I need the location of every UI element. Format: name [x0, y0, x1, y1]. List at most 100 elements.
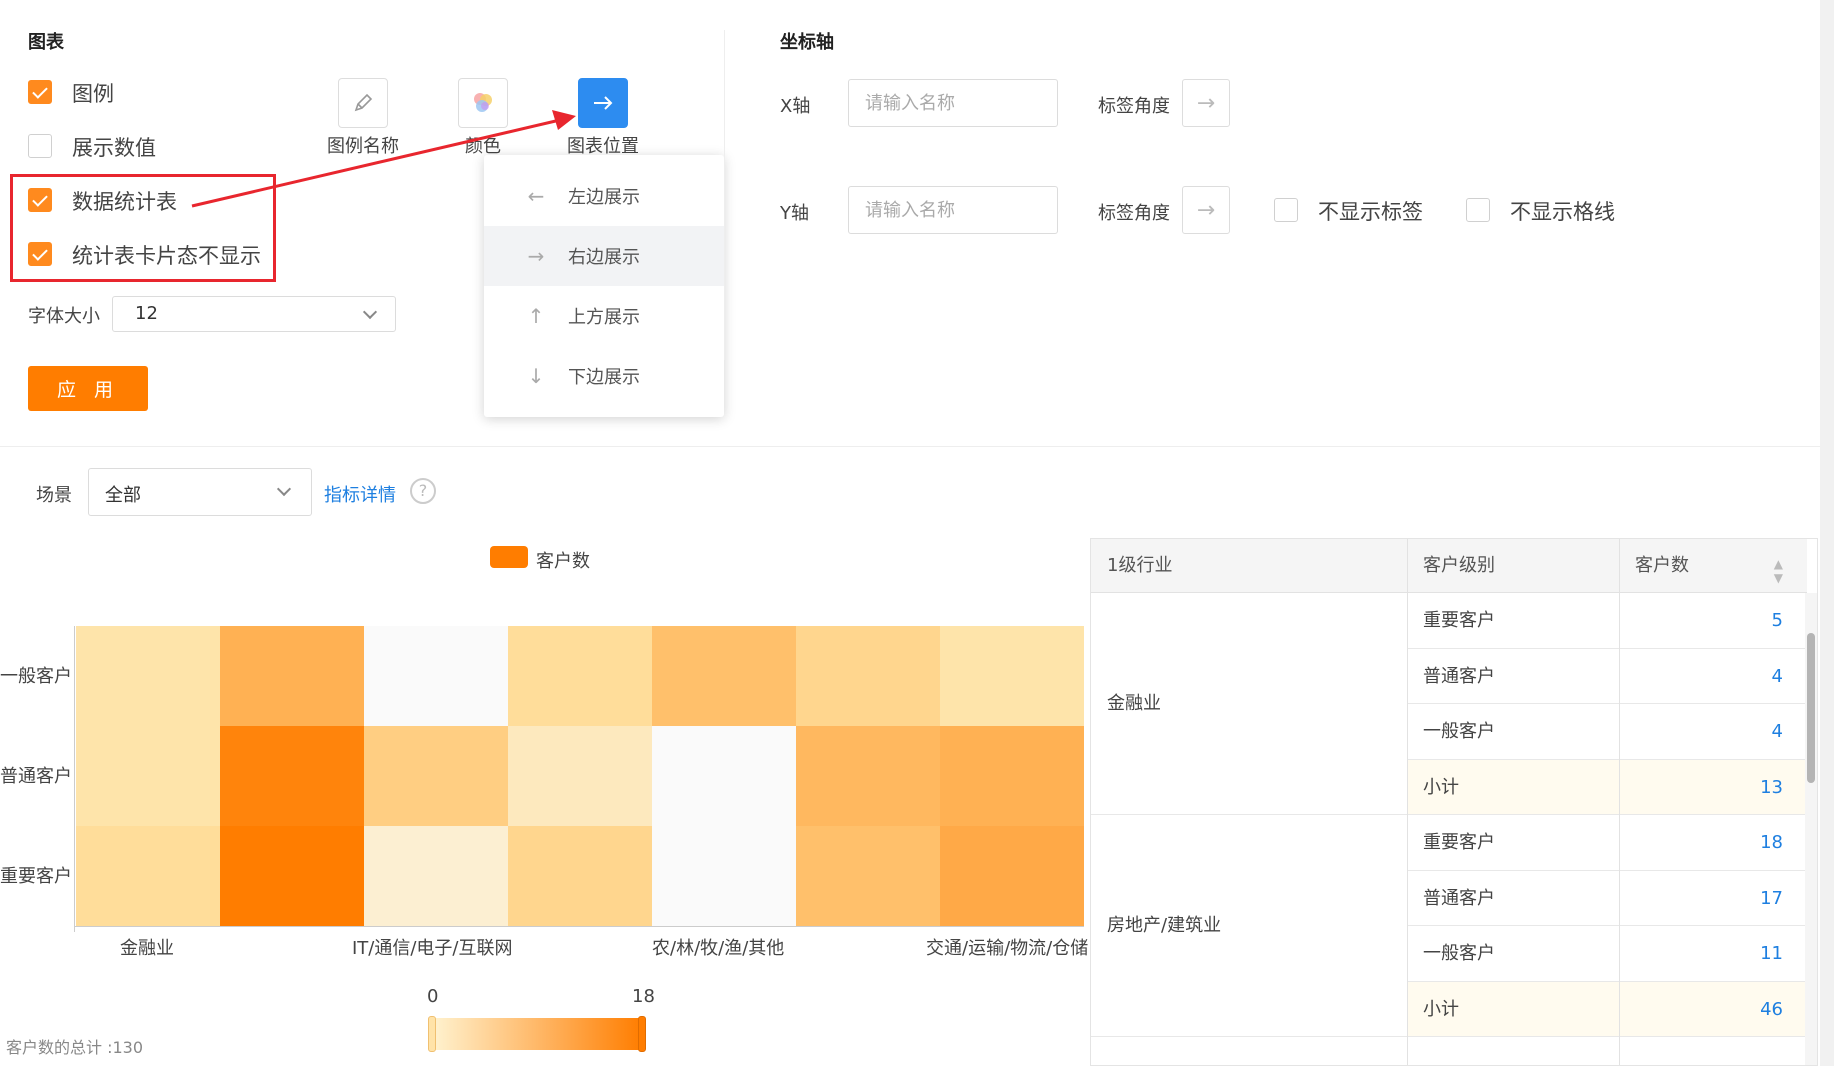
level-cell: 重要客户: [1407, 593, 1619, 649]
scene-label: 场景: [36, 485, 72, 506]
heatmap-cell[interactable]: [220, 726, 364, 826]
arrow-down-icon: ↓: [527, 364, 545, 388]
apply-button[interactable]: 应 用: [28, 366, 148, 411]
menu-item-bottom-label: 下边展示: [568, 367, 640, 388]
heatmap-cell[interactable]: [364, 726, 508, 826]
level-cell: 重要客户: [1407, 815, 1619, 871]
y-tick-label: 普通客户: [0, 766, 72, 787]
x-tick-label: 农/林/牧/渔/其他: [652, 938, 785, 959]
y-axis-name-input[interactable]: [848, 186, 1058, 234]
x-axis-angle-label: 标签角度: [1098, 96, 1170, 117]
level-cell: 普通客户: [1407, 871, 1619, 926]
heatmap-cell[interactable]: [652, 626, 796, 726]
level-cell: 普通客户: [1407, 649, 1619, 704]
count-cell[interactable]: 11: [1619, 926, 1807, 982]
heatmap-cell[interactable]: [364, 626, 508, 726]
y-tick-label: 重要客户: [0, 866, 72, 887]
heatmap-cell[interactable]: [796, 726, 940, 826]
table-row-partial: [1407, 1037, 1807, 1065]
arrow-right-icon: →: [1196, 197, 1216, 223]
heatmap-cell[interactable]: [940, 626, 1084, 726]
visual-map-min-label: 0: [427, 986, 439, 1007]
visual-map-bar[interactable]: [432, 1018, 642, 1050]
heatmap-cell[interactable]: [652, 826, 796, 926]
menu-item-right[interactable]: → 右边展示: [484, 226, 724, 286]
scene-select[interactable]: 全部: [88, 468, 312, 516]
section-separator: [0, 446, 1820, 447]
table-scroll-thumb[interactable]: [1807, 633, 1815, 783]
column-divider: [1619, 539, 1620, 1065]
industry-cell: 金融业: [1091, 593, 1407, 815]
count-cell[interactable]: 5: [1619, 593, 1807, 649]
heatmap-cell[interactable]: [508, 726, 652, 826]
y-axis-line: [74, 626, 75, 932]
page-scrollbar[interactable]: [1820, 0, 1834, 1066]
industry-cell: 房地产/建筑业: [1091, 815, 1407, 1037]
visual-map-max-handle[interactable]: [638, 1016, 646, 1052]
y-tick-label: 一般客户: [0, 666, 72, 687]
chevron-down-icon: [276, 481, 292, 497]
heatmap-cell[interactable]: [652, 726, 796, 826]
heatmap-cell[interactable]: [508, 826, 652, 926]
count-cell[interactable]: 17: [1619, 871, 1807, 926]
heatmap-cell[interactable]: [940, 726, 1084, 826]
heatmap-cell[interactable]: [76, 626, 220, 726]
heatmap-cell[interactable]: [796, 826, 940, 926]
font-size-label: 字体大小: [28, 306, 100, 327]
hide-gridlines-label: 不显示格线: [1510, 200, 1615, 224]
x-axis-name-input[interactable]: [848, 79, 1058, 127]
count-cell[interactable]: 4: [1619, 649, 1807, 704]
column-header-industry: 1级行业: [1091, 539, 1407, 593]
heatmap-cell[interactable]: [220, 826, 364, 926]
visual-map-max-label: 18: [632, 986, 655, 1007]
menu-item-left-label: 左边展示: [568, 187, 640, 208]
count-cell[interactable]: 4: [1619, 704, 1807, 760]
x-tick-label: 交通/运输/物流/仓储: [926, 938, 1089, 959]
menu-item-top[interactable]: ↑ 上方展示: [484, 286, 724, 346]
x-axis-line: [74, 926, 1084, 927]
heatmap-cell[interactable]: [220, 626, 364, 726]
menu-item-left[interactable]: ← 左边展示: [484, 166, 724, 226]
menu-item-right-label: 右边展示: [568, 247, 640, 268]
heatmap-cell[interactable]: [796, 626, 940, 726]
subtotal-count[interactable]: 13: [1619, 759, 1807, 815]
level-cell: 一般客户: [1407, 926, 1619, 982]
help-icon[interactable]: ?: [410, 478, 436, 504]
total-text: 客户数的总计 :130: [6, 1038, 144, 1057]
x-tick-label: 金融业: [120, 938, 174, 959]
menu-item-bottom[interactable]: ↓ 下边展示: [484, 346, 724, 406]
level-cell: 一般客户: [1407, 704, 1619, 760]
x-tick-label: IT/通信/电子/互联网: [352, 938, 513, 959]
indicator-detail-link[interactable]: 指标详情: [324, 481, 396, 507]
heatmap-cell[interactable]: [508, 626, 652, 726]
font-size-value: 12: [135, 303, 158, 324]
hide-labels-label: 不显示标签: [1318, 200, 1423, 224]
column-header-count[interactable]: 客户数 ▲ ▼: [1619, 539, 1807, 593]
subtotal-label: 小计: [1407, 759, 1619, 815]
heatmap-cell[interactable]: [76, 826, 220, 926]
axis-section-title: 坐标轴: [780, 32, 834, 53]
heatmap-cell[interactable]: [364, 826, 508, 926]
hide-labels-checkbox[interactable]: [1274, 198, 1298, 222]
y-axis-angle-button[interactable]: →: [1182, 186, 1230, 234]
sort-icon[interactable]: ▲ ▼: [1774, 557, 1783, 585]
scene-value: 全部: [105, 485, 141, 506]
x-tick-label-clip: 交通/运输/物流/仓储: [926, 934, 1090, 960]
font-size-select[interactable]: 12: [112, 296, 396, 332]
hide-gridlines-checkbox[interactable]: [1466, 198, 1490, 222]
subtotal-count[interactable]: 46: [1619, 981, 1807, 1037]
heatmap-cell[interactable]: [940, 826, 1084, 926]
x-axis-angle-button[interactable]: →: [1182, 79, 1230, 127]
legend-label[interactable]: 客户数: [536, 547, 590, 573]
table-scrollbar[interactable]: [1805, 593, 1817, 1065]
menu-item-top-label: 上方展示: [568, 307, 640, 328]
arrow-right-icon: →: [1196, 90, 1216, 116]
chart-position-menu: ← 左边展示 → 右边展示 ↑ 上方展示 ↓ 下边展示: [484, 155, 724, 417]
column-divider: [1407, 539, 1408, 1065]
count-cell[interactable]: 18: [1619, 815, 1807, 871]
x-axis-label: X轴: [780, 96, 811, 117]
visual-map-min-handle[interactable]: [428, 1016, 436, 1052]
legend-swatch: [490, 546, 528, 568]
chevron-down-icon: [362, 304, 378, 320]
heatmap-cell[interactable]: [76, 726, 220, 826]
